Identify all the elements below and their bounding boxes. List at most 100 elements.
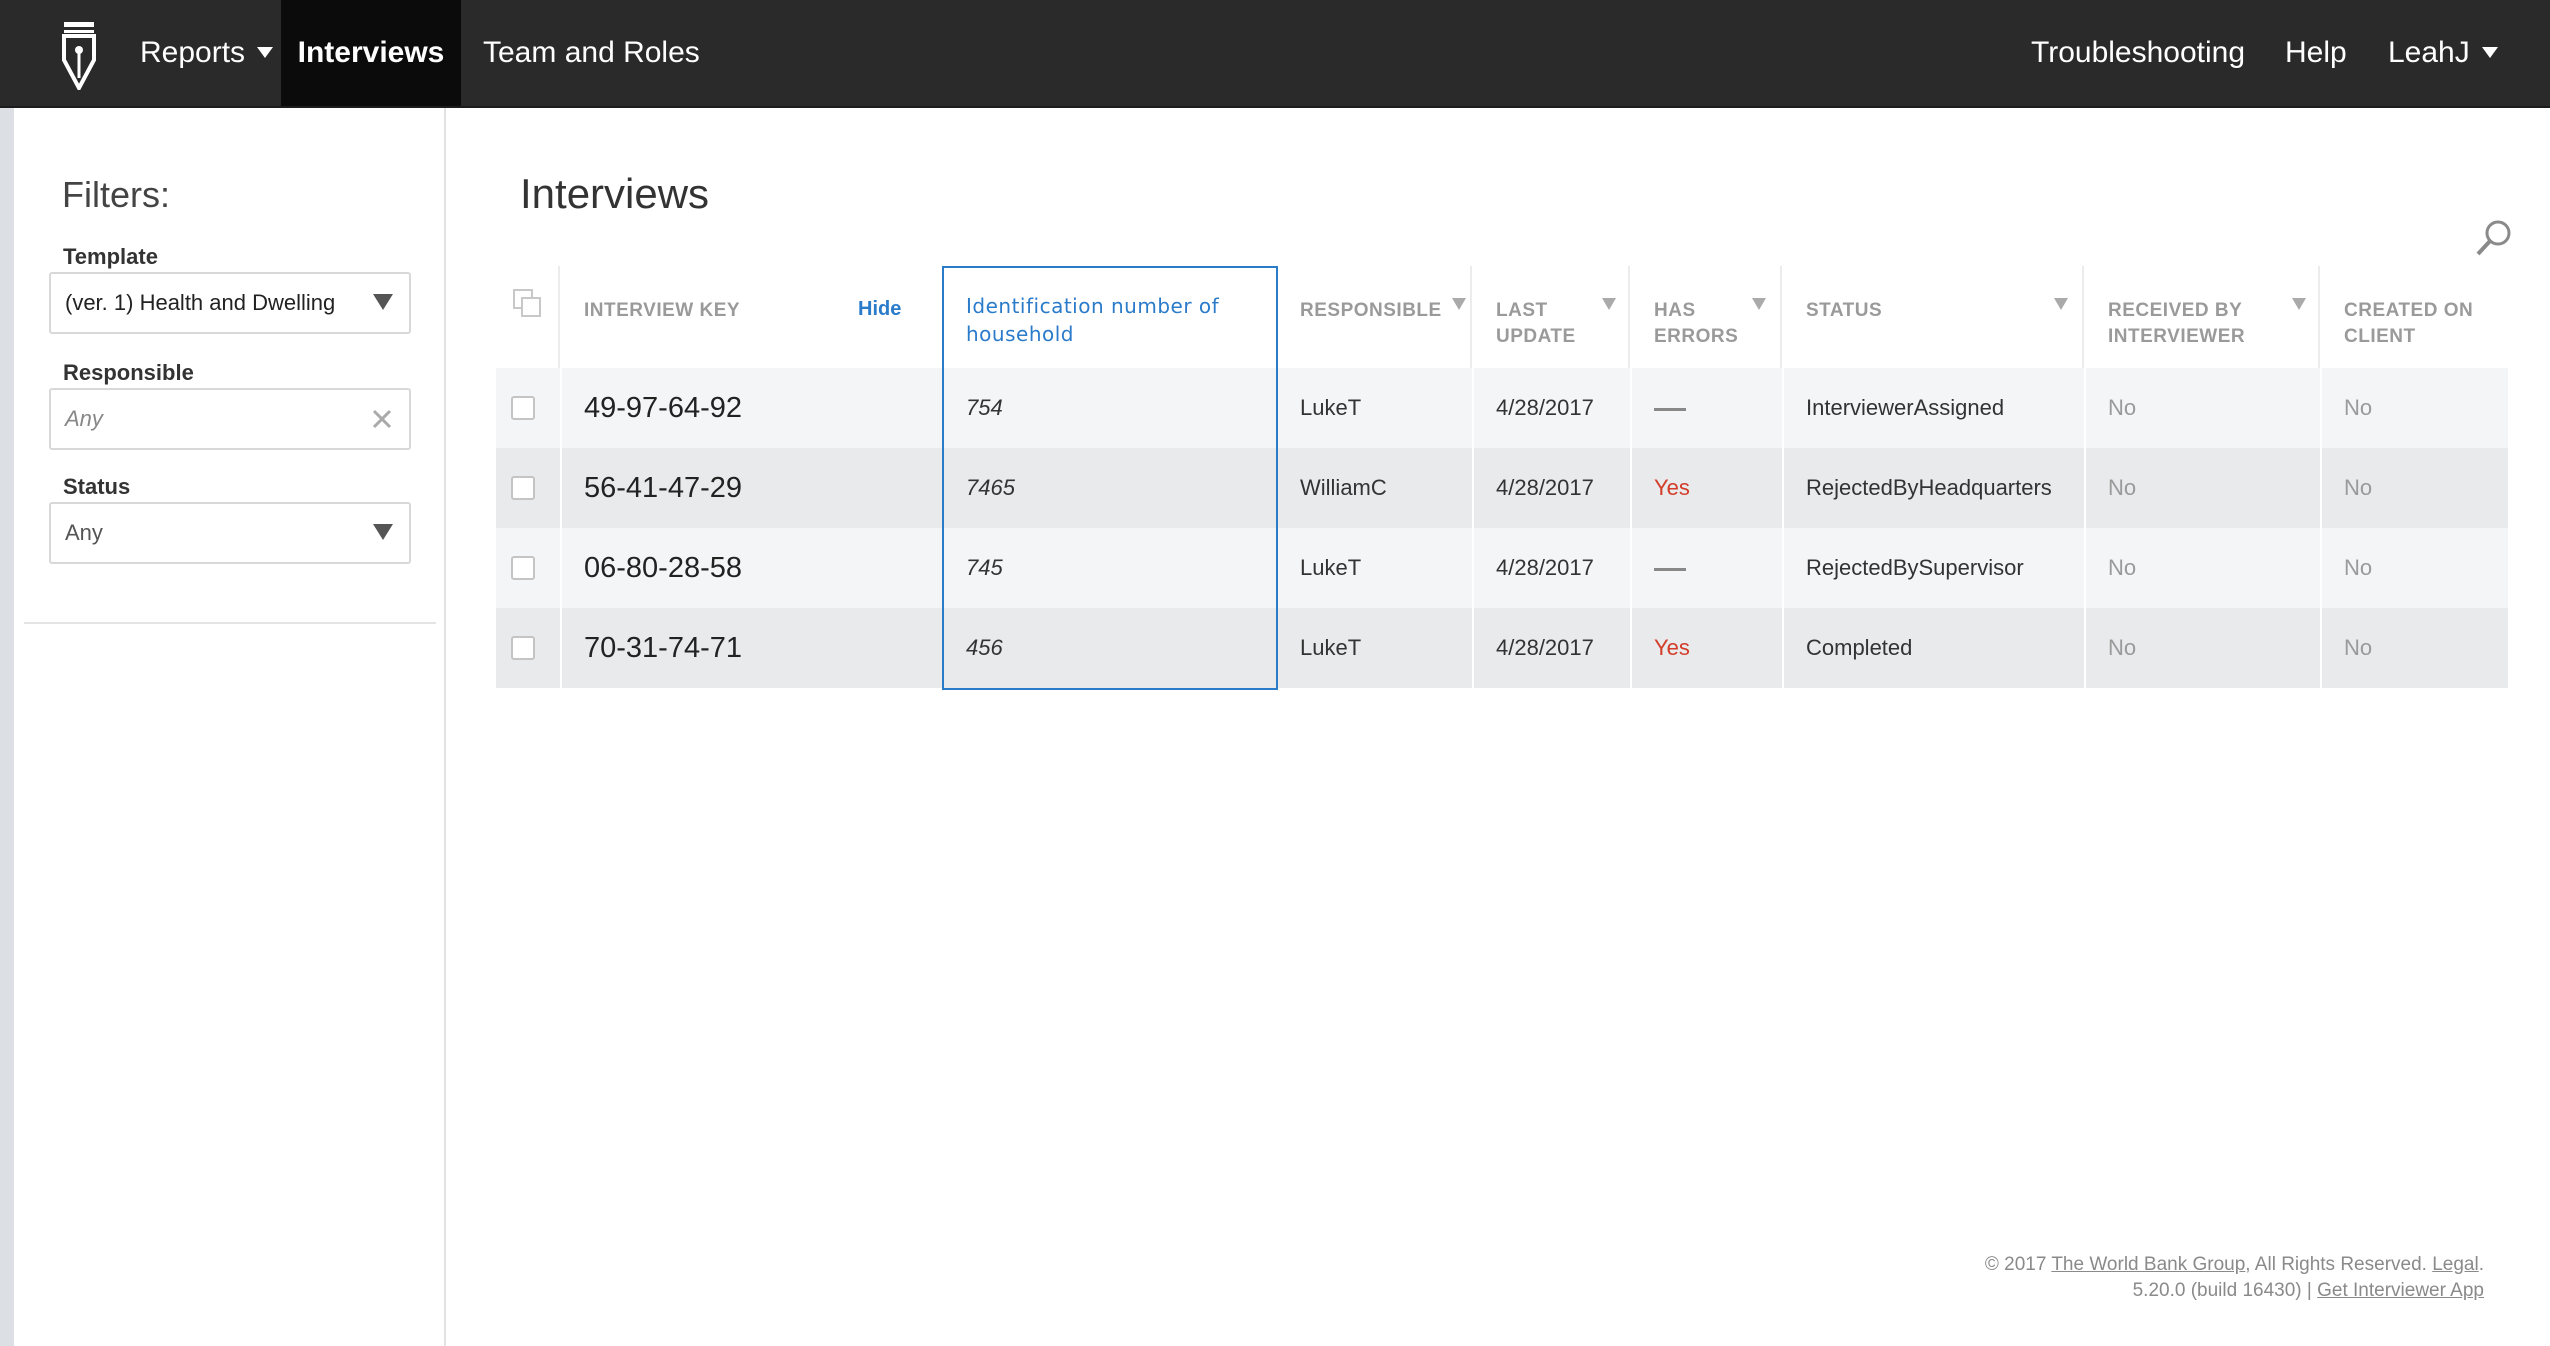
column-separator — [1630, 528, 1632, 608]
filter-icon[interactable] — [2054, 298, 2068, 310]
nav-help[interactable]: Help — [2263, 0, 2369, 106]
nav-interviews[interactable]: Interviews — [281, 0, 461, 106]
header-responsible-label: RESPONSIBLE — [1300, 300, 1442, 321]
nav-team-and-roles[interactable]: Team and Roles — [461, 0, 722, 106]
interview-key-cell[interactable]: 56-41-47-29 — [584, 448, 742, 528]
template-label: Template — [63, 244, 158, 269]
responsible-label: Responsible — [63, 360, 194, 385]
hide-column-link[interactable]: Hide — [858, 298, 901, 321]
chevron-down-icon — [257, 46, 274, 58]
filter-icon[interactable] — [1452, 298, 1466, 310]
header-received-line1: RECEIVED BY — [2108, 300, 2243, 321]
filter-icon[interactable] — [1602, 298, 1616, 310]
row-checkbox[interactable] — [511, 476, 535, 500]
footer-version-line: 5.20.0 (build 16430) | Get Interviewer A… — [1985, 1278, 2484, 1304]
column-separator — [2320, 368, 2322, 448]
responsible-input[interactable]: Any — [49, 388, 411, 450]
header-created-on-client[interactable]: CREATED ON CLIENT — [2320, 266, 2508, 368]
row-checkbox[interactable] — [511, 396, 535, 420]
footer-copyright: © 2017 — [1984, 1254, 2052, 1275]
header-responsible[interactable]: RESPONSIBLE — [1278, 266, 1472, 368]
header-select-all[interactable] — [496, 266, 560, 368]
clear-icon[interactable] — [369, 406, 395, 432]
column-separator — [1630, 608, 1632, 688]
search-icon[interactable] — [2474, 218, 2514, 258]
footer: © 2017 The World Bank Group, All Rights … — [1985, 1252, 2484, 1304]
created-cell: No — [2344, 555, 2373, 580]
dropdown-arrow-icon — [373, 294, 393, 310]
has-errors-cell — [1654, 368, 1686, 448]
created-cell: No — [2344, 395, 2373, 420]
header-status[interactable]: STATUS — [1782, 266, 2084, 368]
nav-troubleshooting[interactable]: Troubleshooting — [2009, 0, 2267, 106]
header-received-by-interviewer[interactable]: RECEIVED BY INTERVIEWER — [2084, 266, 2320, 368]
column-separator — [1472, 608, 1474, 688]
header-status-label: STATUS — [1806, 300, 1883, 321]
header-interview-key-label: INTERVIEW KEY — [584, 300, 741, 321]
nav-user-menu[interactable]: LeahJ — [2366, 0, 2520, 106]
column-separator — [1472, 448, 1474, 528]
column-separator — [1782, 528, 1784, 608]
row-checkbox[interactable] — [511, 556, 535, 580]
nav-troubleshooting-label: Troubleshooting — [2031, 36, 2246, 69]
created-cell: No — [2344, 635, 2373, 660]
interviews-table: INTERVIEW KEY Hide Identification number… — [496, 266, 2508, 690]
status-select-value: Any — [65, 520, 103, 545]
last-update-cell: 4/28/2017 — [1496, 395, 1594, 420]
world-bank-link[interactable]: The World Bank Group — [2051, 1254, 2245, 1275]
table-row[interactable]: 70-31-74-71 456 LukeT 4/28/2017 Yes Comp… — [496, 608, 2508, 688]
header-created-line2: CLIENT — [2344, 326, 2416, 347]
column-separator — [560, 608, 562, 688]
received-cell: No — [2108, 395, 2137, 420]
interview-key-cell[interactable]: 49-97-64-92 — [584, 368, 742, 448]
filters-title: Filters: — [62, 174, 170, 215]
responsible-cell: LukeT — [1300, 635, 1362, 660]
interview-key-cell[interactable]: 70-31-74-71 — [584, 608, 742, 688]
filter-icon[interactable] — [2292, 298, 2306, 310]
table-row[interactable]: 49-97-64-92 754 LukeT 4/28/2017 Intervie… — [496, 368, 2508, 448]
page-title: Interviews — [520, 170, 710, 217]
header-last-update[interactable]: LAST UPDATE — [1472, 266, 1630, 368]
row-checkbox[interactable] — [511, 636, 535, 660]
column-separator — [1630, 448, 1632, 528]
status-select[interactable]: Any — [49, 502, 411, 564]
has-errors-cell: Yes — [1654, 475, 1690, 500]
last-update-cell: 4/28/2017 — [1496, 635, 1594, 660]
header-has-errors-line2: ERRORS — [1654, 326, 1739, 347]
header-received-line2: INTERVIEWER — [2108, 326, 2246, 347]
chevron-down-icon — [2481, 46, 2498, 58]
user-name-label: LeahJ — [2388, 36, 2470, 69]
nav-reports-label: Reports — [140, 36, 246, 69]
column-separator — [2084, 448, 2086, 528]
template-select[interactable]: (ver. 1) Health and Dwelling — [49, 272, 411, 334]
no-errors-dash-icon — [1654, 567, 1686, 571]
nav-reports[interactable]: Reports — [118, 0, 295, 106]
status-cell: RejectedBySupervisor — [1806, 555, 2024, 580]
select-all-icon[interactable] — [512, 288, 542, 318]
pen-nib-logo-icon[interactable] — [58, 20, 100, 90]
column-separator — [1782, 608, 1784, 688]
status-cell: InterviewerAssigned — [1806, 395, 2005, 420]
column-separator — [2320, 448, 2322, 528]
responsible-cell: LukeT — [1300, 395, 1362, 420]
header-has-errors[interactable]: HAS ERRORS — [1630, 266, 1782, 368]
table-row[interactable]: 06-80-28-58 745 LukeT 4/28/2017 Rejected… — [496, 528, 2508, 608]
table-row[interactable]: 56-41-47-29 7465 WilliamC 4/28/2017 Yes … — [496, 448, 2508, 528]
footer-period: . — [2478, 1254, 2484, 1275]
footer-rights: , All Rights Reserved. — [2245, 1254, 2433, 1275]
top-navbar: Reports Interviews Team and Roles Troubl… — [0, 0, 2550, 108]
last-update-cell: 4/28/2017 — [1496, 555, 1594, 580]
dropdown-arrow-icon — [373, 524, 393, 540]
interview-key-cell[interactable]: 06-80-28-58 — [584, 528, 742, 608]
status-label: Status — [63, 474, 131, 499]
received-cell: No — [2108, 475, 2137, 500]
legal-link[interactable]: Legal — [2432, 1254, 2479, 1275]
get-interviewer-app-link[interactable]: Get Interviewer App — [2317, 1280, 2484, 1301]
sidebar-divider — [24, 622, 436, 624]
left-scrollbar[interactable] — [0, 108, 14, 1346]
responsible-cell: WilliamC — [1300, 475, 1387, 500]
filter-icon[interactable] — [1752, 298, 1766, 310]
id-number-cell: 745 — [966, 555, 1003, 580]
header-id-number[interactable]: Identification number of household — [942, 266, 1278, 368]
main-content: Interviews INTERVIEW KEY Hide Identifica… — [446, 108, 2550, 1346]
